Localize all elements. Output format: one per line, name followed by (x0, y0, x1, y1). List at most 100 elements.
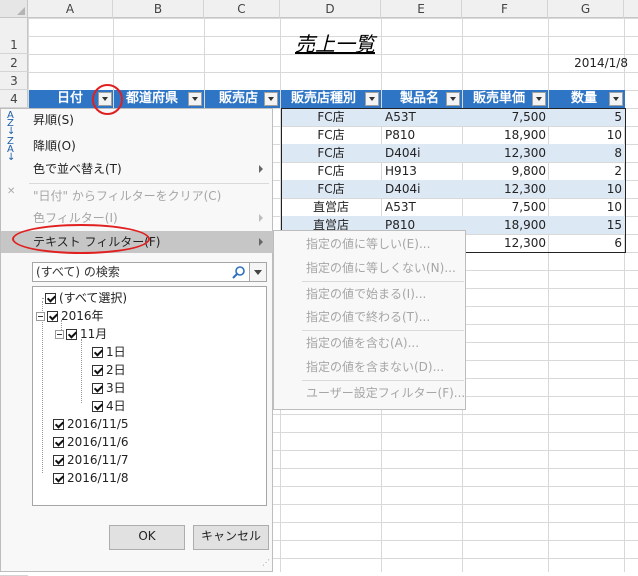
cancel-button[interactable]: キャンセル (193, 525, 269, 550)
submenu-not-contains[interactable]: 指定の値を含まない(D)... (274, 356, 466, 378)
checkbox-icon[interactable] (53, 437, 64, 448)
submenu-contains[interactable]: 指定の値を含む(A)... (274, 332, 466, 354)
checkbox-icon[interactable] (47, 311, 58, 322)
submenu-not-equals[interactable]: 指定の値に等しくない(N)... (274, 257, 466, 279)
cell-product[interactable]: A53T (385, 108, 461, 126)
menu-clear-filter[interactable]: ✕ "日付" からフィルターをクリア(C) (1, 185, 273, 207)
tree-item-select-all[interactable]: (すべて選択) (42, 289, 127, 307)
header-store[interactable]: 販売店 (205, 90, 280, 108)
cell-price[interactable]: 12,300 (463, 180, 546, 198)
tree-item-date[interactable]: 2016/11/5 (53, 415, 129, 433)
cell-price[interactable]: 18,900 (463, 126, 546, 144)
tree-item-label: 2016/11/8 (67, 471, 129, 485)
filter-dropdown-quantity[interactable] (609, 92, 623, 106)
annotation-ellipse (12, 224, 150, 254)
date-cell[interactable]: 2014/1/8 (548, 54, 628, 72)
cell-qty[interactable]: 10 (549, 126, 622, 144)
submenu-begins-with[interactable]: 指定の値で始まる(I)... (274, 283, 466, 305)
cell-qty[interactable]: 5 (549, 108, 622, 126)
checkbox-icon[interactable] (53, 419, 64, 430)
row-header-3[interactable]: 3 (0, 72, 28, 90)
cell-qty[interactable]: 10 (549, 180, 622, 198)
cell-product[interactable]: D404i (385, 180, 461, 198)
checkbox-icon[interactable] (53, 455, 64, 466)
cell-store-type[interactable]: FC店 (281, 144, 381, 162)
tree-item-day[interactable]: 2日 (92, 361, 126, 379)
cell-qty[interactable]: 10 (549, 198, 622, 216)
tree-item-day[interactable]: 1日 (92, 343, 126, 361)
cell-price[interactable]: 18,900 (463, 216, 546, 234)
collapse-toggle-icon[interactable] (55, 330, 64, 339)
cell-price[interactable]: 9,800 (463, 162, 546, 180)
tree-item-date[interactable]: 2016/11/6 (53, 433, 129, 451)
tree-item-date[interactable]: 2016/11/8 (53, 469, 129, 487)
filter-dropdown-product[interactable] (446, 92, 460, 106)
ok-button[interactable]: OK (109, 525, 185, 550)
header-product[interactable]: 製品名 (382, 90, 462, 108)
cell-qty[interactable]: 2 (549, 162, 622, 180)
cell-qty[interactable]: 15 (549, 216, 622, 234)
cell-store-type[interactable]: 直営店 (281, 198, 381, 216)
tree-item-month[interactable]: 11月 (55, 325, 107, 343)
cell-price[interactable]: 12,300 (463, 234, 546, 252)
filter-dropdown-unit-price[interactable] (532, 92, 546, 106)
collapse-toggle-icon[interactable] (36, 312, 45, 321)
tree-item-day[interactable]: 3日 (92, 379, 126, 397)
header-unit-price[interactable]: 販売単価 (463, 90, 548, 108)
cell-price[interactable]: 7,500 (463, 198, 546, 216)
resize-grip-icon[interactable]: ⋰ (262, 559, 272, 570)
tree-item-year[interactable]: 2016年 (36, 307, 104, 325)
cell-store-type[interactable]: FC店 (281, 126, 381, 144)
cell-qty[interactable]: 6 (549, 234, 622, 252)
header-store-type[interactable]: 販売店種別 (281, 90, 381, 108)
submenu-equals[interactable]: 指定の値に等しい(E)... (274, 233, 466, 255)
cell-store-type[interactable]: FC店 (281, 162, 381, 180)
menu-sort-descending[interactable]: ZA ↓ 降順(O) (1, 135, 273, 163)
header-quantity-label: 数量 (571, 91, 598, 106)
checkbox-icon[interactable] (53, 473, 64, 484)
cell-product[interactable]: P810 (385, 126, 461, 144)
header-unit-price-label: 販売単価 (473, 91, 526, 106)
search-dropdown-button[interactable] (249, 263, 266, 281)
row-header-4[interactable]: 4 (0, 90, 28, 108)
checkbox-icon[interactable] (66, 329, 77, 340)
filter-search-input[interactable]: (すべて) の検索 (32, 262, 267, 282)
cell-store-type[interactable]: FC店 (281, 108, 381, 126)
column-header-e[interactable]: E (381, 0, 462, 18)
row-header-1[interactable]: 1 (0, 36, 28, 54)
column-header-a[interactable]: A (28, 0, 113, 18)
filter-dropdown-store-type[interactable] (365, 92, 379, 106)
menu-sort-ascending[interactable]: AZ ↓ 昇順(S) (1, 109, 273, 137)
header-quantity[interactable]: 数量 (549, 90, 625, 108)
cell-store-type[interactable]: FC店 (281, 180, 381, 198)
tree-item-date[interactable]: 2016/11/7 (53, 451, 129, 469)
column-header-g[interactable]: G (548, 0, 624, 18)
cell-price[interactable]: 12,300 (463, 144, 546, 162)
cell-product[interactable]: H913 (385, 162, 461, 180)
checkbox-icon[interactable] (92, 347, 103, 358)
tree-item-label: 2016年 (61, 309, 104, 323)
cell-price[interactable]: 7,500 (463, 108, 546, 126)
checkbox-icon[interactable] (92, 365, 103, 376)
select-all-corner[interactable] (0, 0, 28, 18)
cell-qty[interactable]: 8 (549, 144, 622, 162)
header-store-label: 販売店 (219, 91, 259, 106)
row-header-2[interactable]: 2 (0, 54, 28, 72)
filter-dropdown-store[interactable] (264, 92, 278, 106)
menu-sort-by-color[interactable]: 色で並べ替え(T) (1, 158, 273, 180)
tree-item-day[interactable]: 4日 (92, 397, 126, 415)
column-header-c[interactable]: C (204, 0, 280, 18)
checkbox-icon[interactable] (45, 293, 56, 304)
cell-product[interactable]: D404i (385, 144, 461, 162)
header-prefecture[interactable]: 都道府県 (114, 90, 204, 108)
filter-dropdown-prefecture[interactable] (188, 92, 202, 106)
submenu-custom-filter[interactable]: ユーザー設定フィルター(F)... (274, 382, 466, 404)
column-header-d[interactable]: D (280, 0, 381, 18)
checkbox-icon[interactable] (92, 401, 103, 412)
column-header-b[interactable]: B (113, 0, 204, 18)
column-header-f[interactable]: F (462, 0, 548, 18)
cell-product[interactable]: A53T (385, 198, 461, 216)
checkbox-icon[interactable] (92, 383, 103, 394)
submenu-ends-with[interactable]: 指定の値で終わる(T)... (274, 306, 466, 328)
tree-item-label: 2016/11/6 (67, 435, 129, 449)
